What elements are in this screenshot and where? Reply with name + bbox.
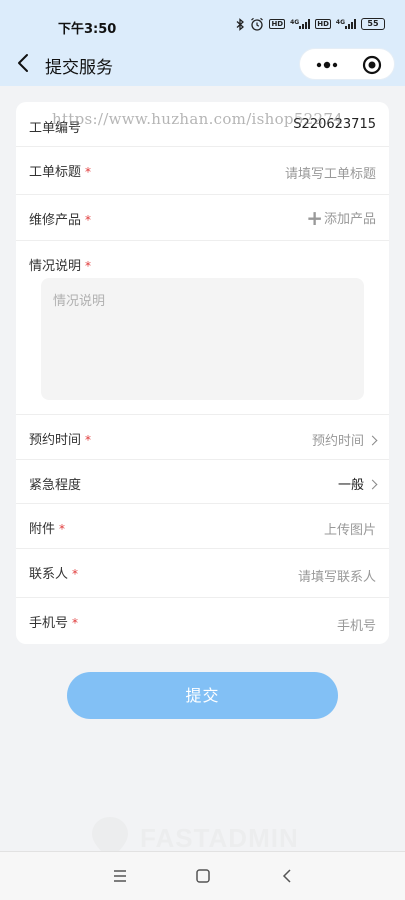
hd-badge: HD	[269, 19, 286, 29]
chevron-right-icon	[367, 479, 378, 490]
attachment-row: 附件 * 上传图片	[16, 504, 389, 549]
back-icon[interactable]	[278, 866, 298, 886]
bluetooth-icon	[236, 17, 245, 31]
submit-button[interactable]: 提交	[67, 672, 338, 719]
close-miniprogram-icon[interactable]	[362, 55, 382, 75]
attachment-label: 附件 *	[29, 522, 66, 537]
urgency-label: 紧急程度	[29, 478, 82, 493]
appointment-time-row[interactable]: 预约时间 * 预约时间	[16, 415, 389, 460]
ticket-title-input[interactable]: 请填写工单标题	[285, 163, 376, 182]
home-icon[interactable]	[193, 866, 213, 886]
chevron-right-icon	[367, 435, 378, 446]
battery-icon: 55	[361, 18, 385, 30]
menu-icon[interactable]	[110, 866, 130, 886]
status-bar: 下午3:50 HD 4G HD 4G 55	[0, 0, 405, 42]
status-icons: HD 4G HD 4G 55	[235, 17, 385, 31]
contact-label: 联系人 *	[29, 567, 79, 582]
ticket-title-row[interactable]: 工单标题 * 请填写工单标题	[16, 147, 389, 195]
status-time: 下午3:50	[58, 22, 117, 37]
phone-row[interactable]: 手机号 * 手机号	[16, 598, 389, 644]
description-label: 情况说明 *	[29, 259, 92, 274]
service-form-card: 工单编号 S220623715 工单标题 * 请填写工单标题 维修产品 * +添加产…	[16, 102, 389, 644]
alarm-icon	[251, 17, 264, 31]
phone-label: 手机号 *	[29, 616, 79, 631]
phone-input[interactable]: 手机号	[337, 615, 376, 634]
network-icon-2: 4G	[336, 19, 356, 29]
header-area: 下午3:50 HD 4G HD 4G 55 提交服务	[0, 0, 405, 86]
page-title: 提交服务	[45, 58, 113, 78]
urgency-row[interactable]: 紧急程度 一般	[16, 460, 389, 504]
contact-input[interactable]: 请填写联系人	[298, 566, 376, 585]
upload-image-button[interactable]: 上传图片	[324, 519, 376, 538]
plus-icon: +	[306, 206, 323, 230]
appointment-time-picker[interactable]: 预约时间	[312, 430, 378, 449]
system-navigation-bar	[0, 851, 405, 900]
ticket-number-label: 工单编号	[29, 121, 82, 136]
ticket-number-value: S220623715	[293, 117, 376, 132]
more-icon[interactable]	[314, 57, 340, 73]
hd-badge-2: HD	[315, 19, 331, 29]
ticket-title-label: 工单标题 *	[29, 165, 92, 180]
appointment-time-label: 预约时间 *	[29, 433, 92, 448]
ticket-number-row: 工单编号 S220623715	[16, 102, 389, 147]
contact-row[interactable]: 联系人 * 请填写联系人	[16, 549, 389, 598]
back-arrow-icon[interactable]	[12, 51, 36, 75]
urgency-picker[interactable]: 一般	[338, 474, 378, 493]
repair-product-label: 维修产品 *	[29, 213, 92, 228]
description-textarea[interactable]	[41, 278, 364, 400]
navigation-bar: 提交服务	[0, 42, 405, 86]
repair-product-row: 维修产品 * +添加产品	[16, 195, 389, 241]
miniprogram-capsule	[299, 48, 395, 80]
network-icon: 4G	[290, 19, 311, 29]
add-product-button[interactable]: +添加产品	[306, 206, 376, 230]
